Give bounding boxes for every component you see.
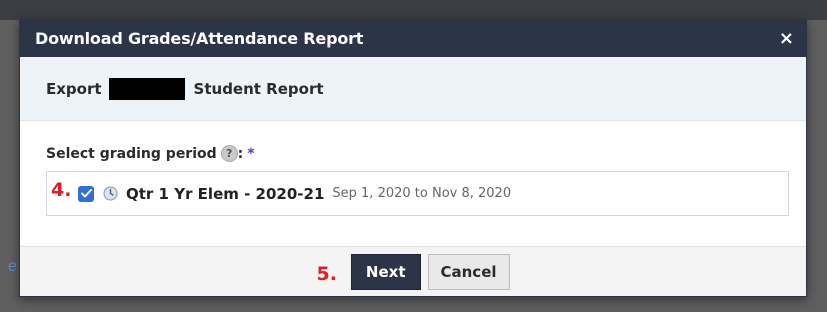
dialog-title: Download Grades/Attendance Report <box>35 29 364 48</box>
background-text-fragment: e <box>8 258 17 275</box>
export-subheader: Export Student Report <box>20 57 806 121</box>
export-suffix: Student Report <box>193 79 324 98</box>
download-report-dialog: Download Grades/Attendance Report × Expo… <box>19 19 807 297</box>
period-name: Qtr 1 Yr Elem - 2020-21 <box>126 184 325 203</box>
next-button[interactable]: Next <box>350 253 421 290</box>
period-dates: Sep 1, 2020 to Nov 8, 2020 <box>332 186 512 201</box>
checkmark-icon <box>80 189 92 198</box>
close-icon[interactable]: × <box>779 29 794 48</box>
dialog-footer: 5. Next Cancel <box>20 246 806 296</box>
help-icon[interactable]: ? <box>220 145 238 162</box>
period-checkbox[interactable] <box>78 185 94 202</box>
cancel-button[interactable]: Cancel <box>427 253 510 290</box>
redacted-block <box>108 77 185 100</box>
grading-period-list: 4. Qtr 1 Yr Elem - 2020-21 Sep 1, 2020 t… <box>46 171 789 216</box>
step-4-annotation: 4. <box>51 179 72 201</box>
page-backdrop-bar <box>0 0 827 20</box>
grading-period-label: Select grading period ? : * <box>46 145 780 162</box>
label-colon: : <box>237 145 244 162</box>
grading-period-label-text: Select grading period <box>46 145 217 162</box>
clock-icon <box>103 186 118 201</box>
dialog-body: Select grading period ? : * 4. Qtr 1 Yr … <box>20 121 806 246</box>
dialog-header: Download Grades/Attendance Report × <box>20 20 806 57</box>
required-marker: * <box>247 145 255 162</box>
step-5-annotation: 5. <box>316 262 337 285</box>
export-prefix: Export <box>46 79 102 98</box>
